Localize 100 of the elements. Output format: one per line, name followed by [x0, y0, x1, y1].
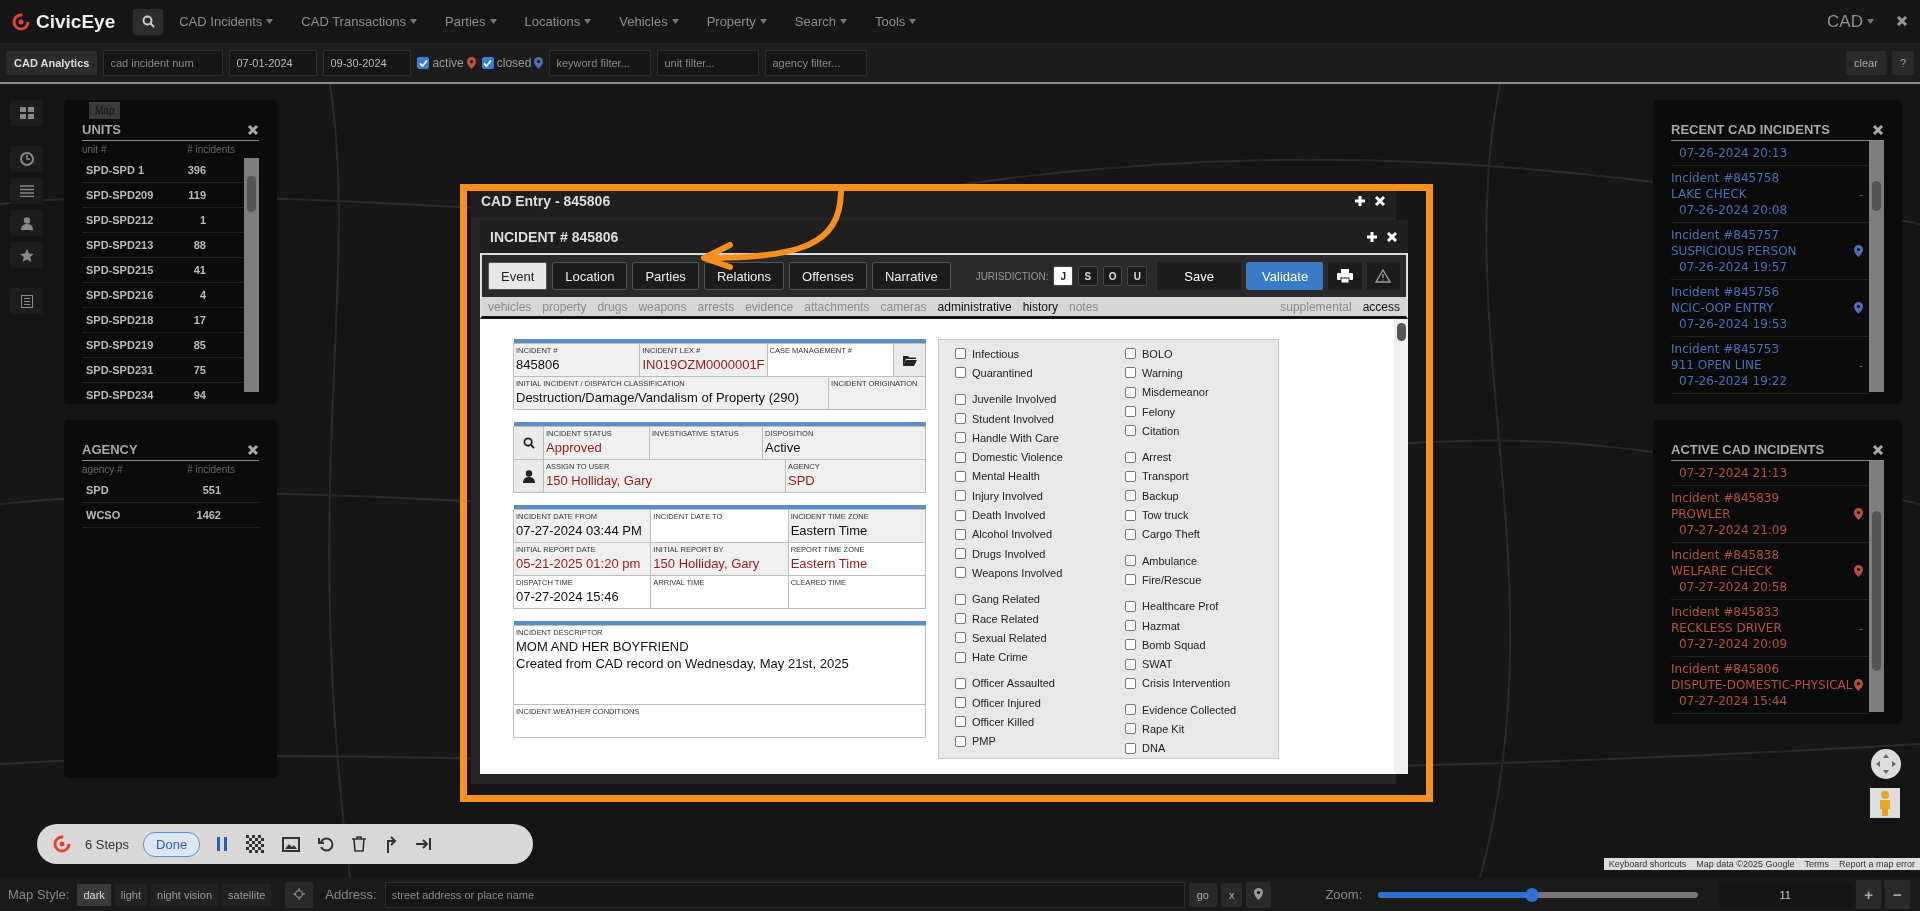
tab[interactable]: Event: [488, 262, 548, 290]
map-style-button[interactable]: dark: [77, 883, 111, 906]
date-to-field[interactable]: 09-30-2024: [323, 50, 412, 76]
checkbox[interactable]: [1125, 367, 1136, 379]
checkbox[interactable]: [1125, 348, 1136, 360]
date-from-field[interactable]: 07-01-2024: [229, 50, 318, 76]
jurisdiction-option[interactable]: S: [1078, 266, 1098, 286]
checkbox[interactable]: [1125, 555, 1136, 567]
checkbox[interactable]: [955, 613, 966, 624]
checkbox[interactable]: [1125, 639, 1136, 651]
map-style-button[interactable]: light: [114, 883, 147, 906]
checkbox[interactable]: [955, 367, 966, 379]
jurisdiction-option[interactable]: U: [1127, 266, 1148, 286]
nav-menu[interactable]: Tools: [863, 14, 929, 29]
checkbox[interactable]: [1125, 574, 1136, 586]
user-button[interactable]: [513, 459, 544, 493]
checkbox[interactable]: [955, 470, 966, 482]
tab[interactable]: Relations: [703, 262, 785, 290]
validate-button[interactable]: Validate: [1246, 262, 1324, 290]
checkbox[interactable]: [955, 509, 966, 521]
close-icon[interactable]: [247, 443, 259, 456]
image-button[interactable]: [280, 834, 303, 854]
attribution-link[interactable]: Report a map error: [1833, 858, 1920, 870]
layout-button[interactable]: [10, 100, 43, 126]
unit-row[interactable]: SPD 551: [82, 478, 259, 503]
nav-menu[interactable]: Vehicles: [607, 14, 691, 29]
report-button[interactable]: [10, 288, 43, 314]
close-icon[interactable]: [1872, 443, 1884, 456]
nav-menu[interactable]: CAD Incidents: [167, 14, 286, 29]
filter-field[interactable]: unit filter...: [657, 50, 760, 76]
person-button[interactable]: [10, 210, 43, 236]
checkbox[interactable]: [955, 413, 966, 425]
checkbox[interactable]: [955, 548, 966, 560]
favorites-button[interactable]: [10, 242, 43, 268]
checkbox[interactable]: [1125, 528, 1136, 540]
checkbox[interactable]: [955, 567, 966, 579]
attribution-link[interactable]: Terms: [1799, 858, 1834, 870]
map-style-button[interactable]: night vision: [151, 883, 219, 906]
analytics-button[interactable]: CAD Analytics: [6, 51, 98, 75]
go-button[interactable]: go: [1188, 882, 1217, 907]
checkbox[interactable]: [955, 348, 966, 360]
checkbox[interactable]: [955, 490, 966, 502]
jurisdiction-option[interactable]: J: [1053, 266, 1074, 286]
checkbox[interactable]: [955, 735, 966, 747]
address-field[interactable]: street address or place name: [384, 881, 1185, 908]
locate-button[interactable]: [285, 881, 314, 908]
map-style-button[interactable]: satellite: [222, 883, 272, 906]
checkbox[interactable]: [955, 677, 966, 689]
tab[interactable]: Offenses: [789, 262, 867, 290]
tab[interactable]: Narrative: [871, 262, 951, 290]
zoom-out-button[interactable]: −: [1885, 880, 1910, 909]
user-menu[interactable]: CAD: [1821, 10, 1880, 33]
checkbox[interactable]: [1125, 470, 1136, 482]
jurisdiction-option[interactable]: O: [1102, 266, 1123, 286]
list-button[interactable]: [10, 178, 43, 204]
close-icon[interactable]: [247, 123, 259, 136]
attribution-link[interactable]: Keyboard shortcuts: [1603, 858, 1692, 870]
search-button[interactable]: [513, 426, 544, 460]
checkbox[interactable]: [1125, 451, 1136, 463]
done-button[interactable]: Done: [143, 831, 201, 857]
checkbox[interactable]: [1125, 620, 1136, 631]
checkbox[interactable]: [955, 393, 966, 405]
filter-field[interactable]: agency filter...: [765, 50, 868, 76]
checkbox[interactable]: [1125, 704, 1136, 716]
folder-button[interactable]: [893, 343, 926, 377]
attribution-link[interactable]: Map data ©2025 Google: [1691, 858, 1800, 870]
delete-button[interactable]: [350, 834, 369, 854]
clear-button[interactable]: clear: [1846, 51, 1886, 75]
incident-number-field[interactable]: cad incident num: [103, 50, 224, 76]
checkbox[interactable]: [955, 593, 966, 605]
checkbox[interactable]: [417, 57, 430, 69]
clear-button[interactable]: x: [1220, 882, 1243, 907]
close-icon[interactable]: [1896, 14, 1908, 27]
close-icon[interactable]: [1872, 123, 1884, 136]
unit-row[interactable]: WCSO 1462: [82, 503, 259, 528]
checkbox[interactable]: [481, 57, 494, 69]
checkbox[interactable]: [1125, 677, 1136, 689]
nav-menu[interactable]: Property: [694, 14, 779, 29]
nav-menu[interactable]: Locations: [512, 14, 604, 29]
checkbox[interactable]: [955, 528, 966, 540]
checkbox[interactable]: [1125, 509, 1136, 521]
section-link[interactable]: administrative: [937, 299, 1012, 314]
nav-menu[interactable]: Search: [782, 14, 859, 29]
checkbox[interactable]: [1125, 723, 1136, 735]
help-button[interactable]: ?: [1891, 51, 1914, 75]
checkbox[interactable]: [955, 432, 966, 444]
checkbox[interactable]: [955, 716, 966, 728]
checkbox[interactable]: [1125, 425, 1136, 437]
filter-field[interactable]: keyword filter...: [549, 50, 652, 76]
checkbox[interactable]: [1125, 490, 1136, 502]
plus-icon[interactable]: [1354, 194, 1366, 207]
plus-icon[interactable]: [1366, 230, 1378, 243]
checkbox[interactable]: [955, 697, 966, 709]
nav-menu[interactable]: CAD Transactions: [289, 14, 430, 29]
warning-button[interactable]: [1366, 262, 1400, 290]
checkbox[interactable]: [1125, 658, 1136, 670]
blur-button[interactable]: [244, 833, 267, 855]
checkbox[interactable]: [955, 651, 966, 663]
checkbox[interactable]: [1125, 742, 1136, 754]
checkbox[interactable]: [955, 451, 966, 463]
